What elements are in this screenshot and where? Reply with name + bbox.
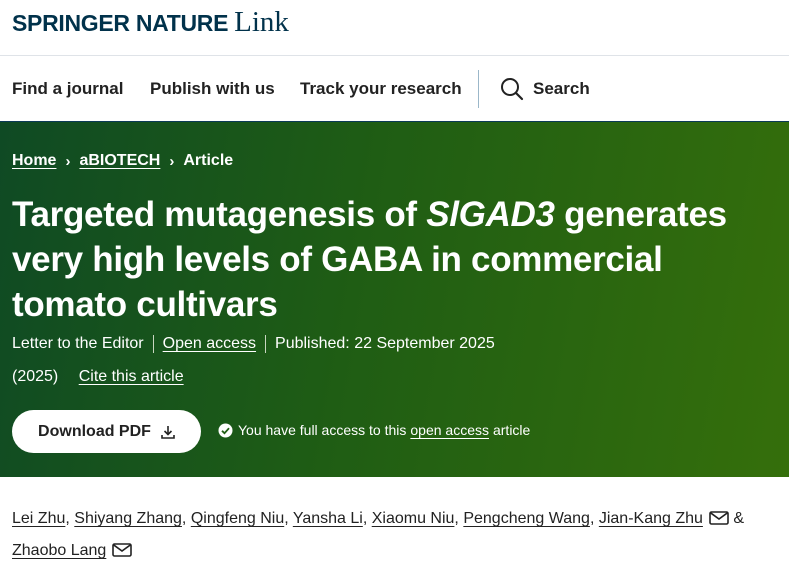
logo-link-text: Link [234,6,289,38]
access-prefix: You have full access to this [238,422,407,438]
author-link[interactable]: Zhaobo Lang [12,542,106,559]
article-meta-2: (2025) Cite this article [12,368,184,386]
search-button[interactable]: Search [500,57,590,121]
author-link[interactable]: Jian-Kang Zhu [599,510,703,527]
author-separator: , [454,510,459,527]
breadcrumb-home[interactable]: Home [12,152,56,170]
published-date: Published: 22 September 2025 [275,335,495,352]
chevron-right-icon: › [65,152,71,170]
access-notice: You have full access to this open access… [218,422,530,438]
check-circle-icon [218,423,233,438]
nav-publish-with-us[interactable]: Publish with us [150,57,275,121]
author-list: Lei Zhu, Shiyang Zhang, Qingfeng Niu, Ya… [12,503,782,566]
cite-article-link[interactable]: Cite this article [79,368,184,385]
download-pdf-label: Download PDF [38,422,151,440]
author-link[interactable]: Xiaomu Niu [372,510,455,527]
article-type: Letter to the Editor [12,335,144,352]
access-suffix: article [492,422,531,438]
open-access-link[interactable]: Open access [163,335,256,353]
author-link[interactable]: Qingfeng Niu [191,510,284,527]
author-separator: , [589,510,595,527]
author-link[interactable]: Lei Zhu [12,510,65,527]
author-separator: , [65,510,70,527]
download-icon [161,425,175,439]
author-link[interactable]: Yansha Li [293,510,363,527]
mail-icon[interactable] [112,537,133,557]
article-meta: Letter to the Editor Open access Publish… [12,335,495,353]
chevron-right-icon: › [169,152,175,170]
logo-brand-text: SPRINGER NATURE [12,10,229,36]
meta-divider [265,335,267,353]
nav-track-research[interactable]: Track your research [300,57,462,121]
author-link[interactable]: Shiyang Zhang [74,510,182,527]
article-title: Targeted mutagenesis of SlGAD3 generates… [12,192,782,327]
search-icon [500,77,524,101]
search-label: Search [533,79,590,98]
access-open-access-link[interactable]: open access [410,422,489,438]
breadcrumb: Home › aBIOTECH › Article [12,152,233,170]
nav-divider [478,70,479,108]
breadcrumb-current: Article [183,152,234,169]
article-header: Home › aBIOTECH › Article Targeted mutag… [0,122,789,477]
author-link[interactable]: Pengcheng Wang [463,510,590,527]
nav-find-journal[interactable]: Find a journal [12,57,123,121]
springer-nature-link-logo[interactable]: SPRINGER NATURE Link [12,6,289,39]
mail-icon[interactable] [709,505,729,525]
download-pdf-button[interactable]: Download PDF [12,410,201,453]
breadcrumb-journal[interactable]: aBIOTECH [79,152,160,170]
author-ampersand: & [733,510,745,527]
author-separator: , [284,510,289,527]
meta-divider [152,335,154,353]
logo-bar: SPRINGER NATURE Link [0,0,789,56]
author-separator: , [362,510,368,527]
author-separator: , [181,510,187,527]
article-year: (2025) [12,368,59,385]
title-part-1: Targeted mutagenesis of [12,195,427,234]
title-gene-name: SlGAD3 [426,195,555,234]
main-nav: Find a journal Publish with us Track you… [0,57,789,122]
